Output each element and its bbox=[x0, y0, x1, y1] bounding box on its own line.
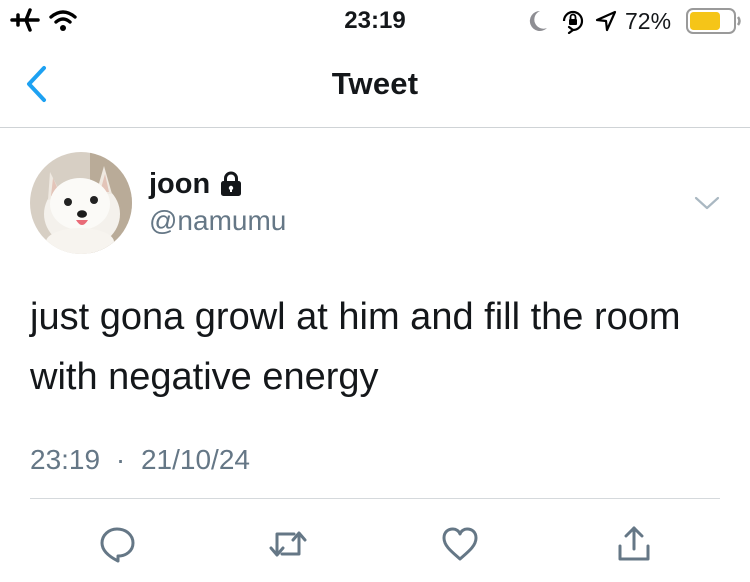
retweet-icon[interactable] bbox=[268, 524, 308, 564]
share-icon[interactable] bbox=[614, 524, 654, 564]
battery-percent: 72% bbox=[625, 8, 672, 34]
action-divider bbox=[30, 498, 720, 499]
display-name[interactable]: joon bbox=[149, 168, 210, 201]
heart-icon[interactable] bbox=[440, 524, 480, 564]
chevron-down-icon bbox=[694, 196, 720, 210]
reply-icon[interactable] bbox=[97, 524, 137, 564]
protected-lock-icon bbox=[218, 170, 244, 198]
white-dog-avatar bbox=[30, 152, 132, 254]
battery-fill bbox=[690, 12, 720, 30]
location-icon bbox=[595, 10, 617, 32]
nav-divider bbox=[0, 127, 750, 128]
tweet-text: just gona growl at him and fill the room… bbox=[30, 296, 681, 398]
username[interactable]: @namumu bbox=[149, 205, 286, 237]
page-title: Tweet bbox=[331, 66, 419, 101]
tweet-timestamp[interactable]: 23:19 · 21/10/24 bbox=[30, 444, 250, 476]
tweet-time: 23:19 bbox=[30, 444, 101, 475]
battery-icon bbox=[686, 8, 742, 34]
orientation-lock-icon bbox=[560, 8, 586, 34]
moon-icon bbox=[527, 9, 549, 33]
avatar[interactable] bbox=[30, 152, 132, 254]
status-bar: 23:19 72% bbox=[0, 0, 750, 42]
more-options-button[interactable] bbox=[694, 194, 720, 212]
timestamp-separator: · bbox=[115, 444, 126, 475]
tweet-date: 21/10/24 bbox=[140, 444, 250, 475]
